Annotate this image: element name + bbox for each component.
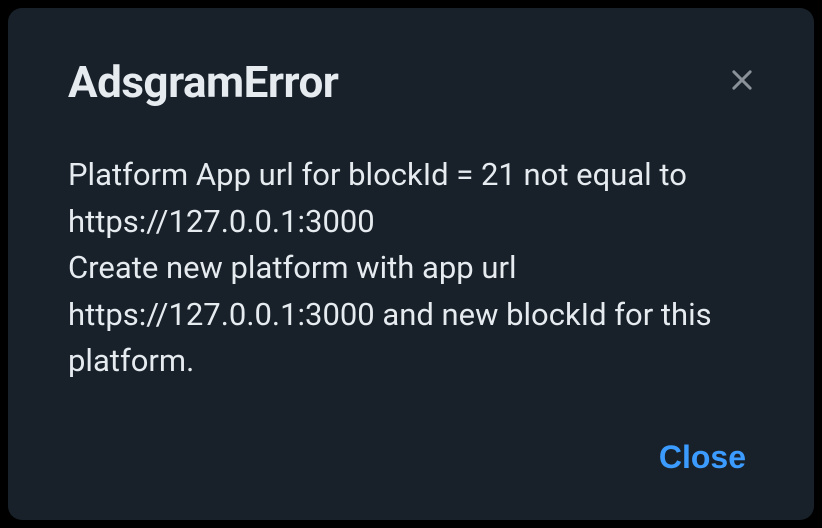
- dialog-title: AdsgramError: [68, 56, 338, 108]
- close-button[interactable]: Close: [651, 435, 754, 480]
- close-icon: [728, 66, 756, 94]
- close-icon-button[interactable]: [724, 62, 760, 98]
- dialog-header: AdsgramError: [68, 56, 754, 108]
- error-dialog: AdsgramError Platform App url for blockI…: [8, 8, 814, 520]
- dialog-message: Platform App url for blockId = 21 not eq…: [68, 152, 754, 385]
- dialog-footer: Close: [68, 435, 754, 480]
